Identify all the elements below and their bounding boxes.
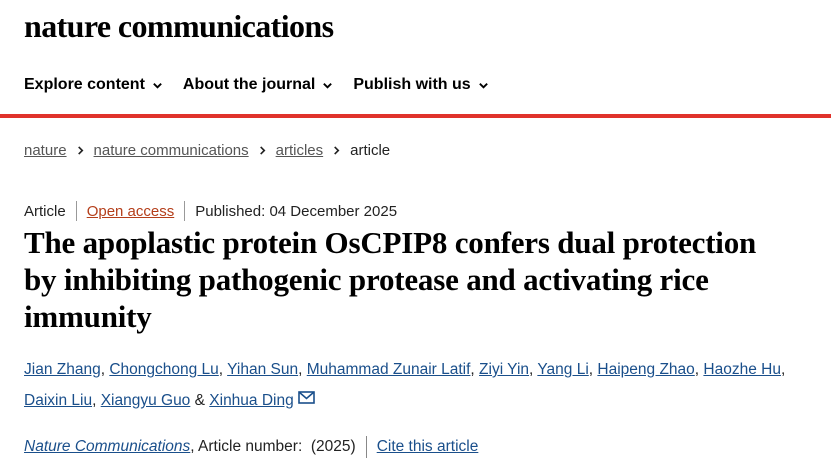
- journal-logo[interactable]: nature communications: [24, 8, 334, 45]
- article-title: The apoplastic protein OsCPIP8 confers d…: [24, 225, 757, 334]
- author-link[interactable]: Daixin Liu: [24, 392, 92, 409]
- citation-line: Nature Communications , Article number: …: [24, 436, 478, 458]
- author-link[interactable]: Chongchong Lu: [109, 361, 218, 378]
- chevron-right-icon: [334, 146, 340, 155]
- chevron-right-icon: [77, 146, 83, 155]
- citation-divider: [365, 436, 367, 458]
- chevron-right-icon: [259, 146, 266, 155]
- author-link[interactable]: Muhammad Zunair Latif: [307, 361, 471, 378]
- author-link[interactable]: Jian Zhang: [24, 361, 101, 378]
- nav-explore-content[interactable]: Explore content: [24, 76, 163, 94]
- nav-label: Explore content: [24, 76, 145, 93]
- meta-divider: [184, 201, 186, 221]
- cite-this-article-link[interactable]: Cite this article: [377, 438, 479, 456]
- main-nav: Explore content About the journal Publis…: [24, 76, 509, 94]
- published-date: Published: 04 December 2025: [195, 202, 398, 220]
- mail-icon[interactable]: [297, 391, 315, 404]
- nav-label: Publish with us: [353, 76, 471, 93]
- author-link[interactable]: Ziyi Yin: [479, 361, 529, 378]
- chevron-down-icon: [323, 82, 333, 89]
- breadcrumb-current: article: [350, 142, 391, 159]
- article-meta: Article Open access Published: 04 Decemb…: [24, 201, 397, 221]
- author-conjunction: &: [194, 392, 205, 409]
- breadcrumb-nature-communications[interactable]: nature communications: [94, 142, 249, 159]
- corresponding-author-link[interactable]: Xinhua Ding: [209, 392, 293, 409]
- chevron-down-icon: [478, 82, 488, 89]
- author-link[interactable]: Yihan Sun: [227, 361, 298, 378]
- header-divider: [0, 114, 831, 118]
- author-link[interactable]: Yang Li: [537, 361, 588, 378]
- open-access-link[interactable]: Open access: [87, 203, 175, 220]
- author-link[interactable]: Haozhe Hu: [703, 361, 781, 378]
- author-link[interactable]: Xiangyu Guo: [101, 392, 191, 409]
- nav-label: About the journal: [182, 76, 316, 93]
- nav-publish-with-us[interactable]: Publish with us: [353, 76, 488, 94]
- author-link[interactable]: Haipeng Zhao: [597, 361, 694, 378]
- article-number: , Article number: (2025): [190, 438, 356, 455]
- article-type: Article: [24, 202, 66, 220]
- chevron-down-icon: [153, 82, 162, 89]
- breadcrumb-nature[interactable]: nature: [24, 142, 67, 159]
- journal-name-link[interactable]: Nature Communications: [24, 438, 190, 456]
- meta-divider: [75, 201, 77, 221]
- nav-about-journal[interactable]: About the journal: [183, 76, 333, 94]
- breadcrumb-articles[interactable]: articles: [276, 142, 324, 159]
- breadcrumb: nature nature communications articles ar…: [24, 142, 390, 159]
- author-list: Jian Zhang, Chongchong Lu, Yihan Sun, Mu…: [24, 361, 786, 409]
